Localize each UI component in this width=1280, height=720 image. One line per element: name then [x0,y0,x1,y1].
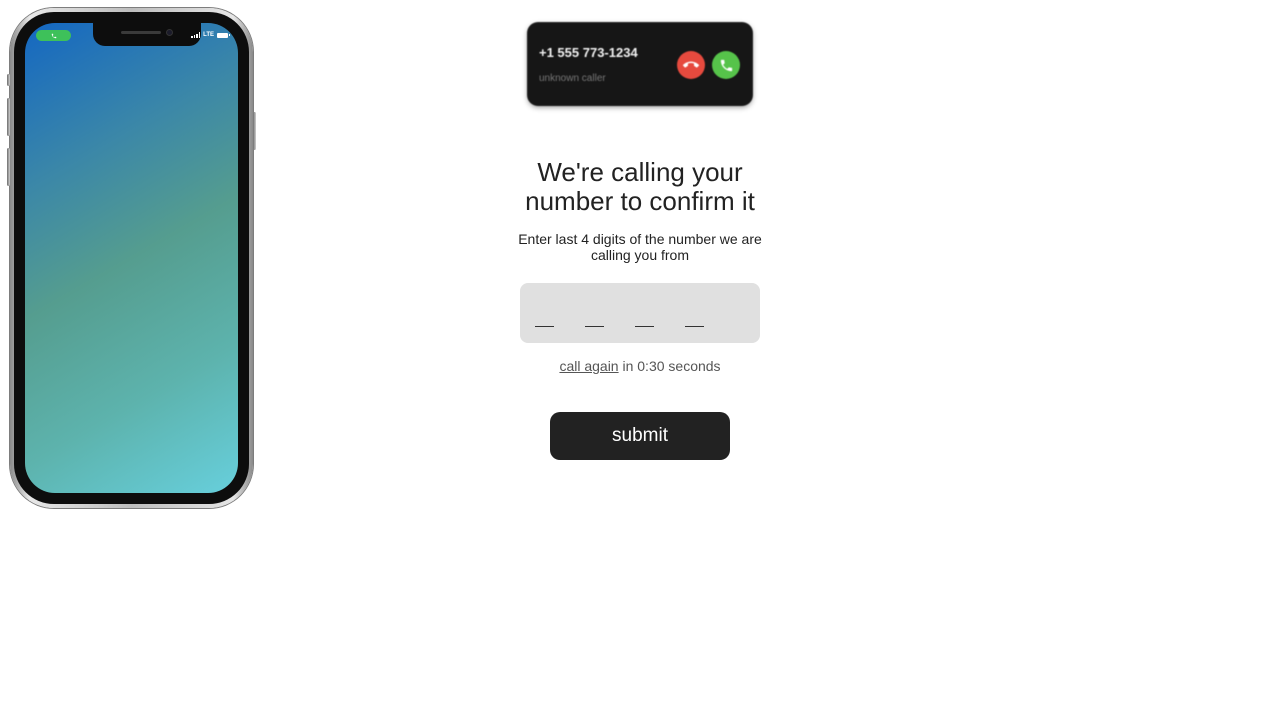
battery-icon [217,32,230,38]
active-call-indicator [36,30,71,41]
accept-call-icon [720,59,732,71]
caller-number: +1 555 773-1234 [539,45,638,60]
accept-call-button [712,51,740,79]
incoming-call-card: +1 555 773-1234 unknown caller [528,23,752,105]
digit-input-2[interactable] [585,308,604,327]
phone-mockup: LTE [7,8,256,508]
phone-notch [93,23,201,46]
decline-call-button [677,51,705,79]
phone-volume-up-button [7,98,10,136]
phone-icon [51,33,56,38]
status-bar-right: LTE [191,30,230,40]
speaker-grille [121,31,161,34]
digit-input-4[interactable] [685,308,704,327]
decline-call-icon [683,61,699,68]
phone-screen: LTE [25,23,238,493]
submit-button[interactable]: submit [550,412,730,460]
call-again-row: call again in 0:30 seconds [520,358,760,374]
front-camera [167,30,172,35]
digit-input-3[interactable] [635,308,654,327]
instructions-text: Enter last 4 digits of the number we are… [518,231,762,263]
network-label: LTE [203,32,214,38]
page: LTE +1 555 773-1234 unknown caller We're… [0,0,1280,720]
call-again-link[interactable]: call again [559,358,618,374]
phone-silent-switch [7,74,10,86]
digit-input-1[interactable] [535,308,554,327]
phone-body: LTE [14,12,249,504]
phone-volume-down-button [7,148,10,186]
signal-bars-icon [191,32,201,38]
phone-power-button [253,112,256,150]
countdown-text: in 0:30 seconds [622,358,721,374]
page-title: We're calling your number to confirm it [525,157,755,216]
caller-label: unknown caller [539,73,606,84]
